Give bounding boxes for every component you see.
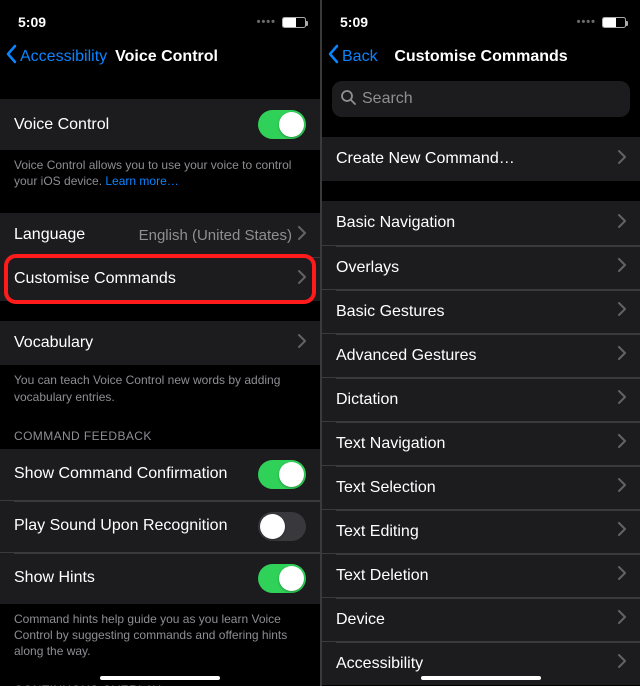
row-label: Vocabulary <box>14 334 298 352</box>
row-label: Overlays <box>336 259 618 277</box>
chevron-right-icon <box>618 150 626 169</box>
left-phone: 5:09 •••• Accessibility Voice Control Vo… <box>0 0 320 686</box>
chevron-right-icon <box>618 566 626 585</box>
signal-dots-icon: •••• <box>257 16 276 28</box>
chevron-right-icon <box>618 522 626 541</box>
show-confirmation-toggle[interactable] <box>258 460 306 489</box>
command-feedback-header: COMMAND FEEDBACK <box>0 409 320 449</box>
chevron-right-icon <box>618 258 626 277</box>
play-sound-toggle[interactable] <box>258 512 306 541</box>
chevron-right-icon <box>618 654 626 673</box>
chevron-right-icon <box>618 434 626 453</box>
chevron-right-icon <box>618 610 626 629</box>
chevron-right-icon <box>618 346 626 365</box>
search-bar[interactable] <box>332 81 630 117</box>
command-category-row[interactable]: Text Deletion <box>322 553 640 597</box>
row-label: Show Command Confirmation <box>14 465 258 483</box>
create-new-command-row[interactable]: Create New Command… <box>322 137 640 181</box>
customise-commands-row[interactable]: Customise Commands <box>0 257 320 301</box>
chevron-right-icon <box>618 214 626 233</box>
chevron-right-icon <box>298 334 306 353</box>
command-category-row[interactable]: Text Selection <box>322 465 640 509</box>
command-category-row[interactable]: Basic Gestures <box>322 289 640 333</box>
home-indicator[interactable] <box>100 676 220 680</box>
command-category-row[interactable]: Text Navigation <box>322 421 640 465</box>
page-title: Customise Commands <box>322 48 640 66</box>
row-label: Show Hints <box>14 569 258 587</box>
status-time: 5:09 <box>340 14 368 30</box>
nav-bar: Back Customise Commands <box>322 38 640 79</box>
status-bar: 5:09 •••• <box>0 0 320 38</box>
command-category-row[interactable]: Device <box>322 597 640 641</box>
row-label: Basic Gestures <box>336 303 618 321</box>
home-indicator[interactable] <box>421 676 541 680</box>
row-label: Advanced Gestures <box>336 347 618 365</box>
language-row[interactable]: Language English (United States) <box>0 213 320 257</box>
row-label: Create New Command… <box>336 150 618 168</box>
back-label: Accessibility <box>20 48 107 66</box>
chevron-right-icon <box>298 270 306 289</box>
command-category-row[interactable]: Basic Navigation <box>322 201 640 245</box>
settings-content: Voice Control Voice Control allows you t… <box>0 79 320 686</box>
row-label: Text Deletion <box>336 567 618 585</box>
chevron-right-icon <box>618 390 626 409</box>
hints-description: Command hints help guide you as you lear… <box>0 604 320 664</box>
status-bar: 5:09 •••• <box>322 0 640 38</box>
page-title: Voice Control <box>115 48 218 66</box>
show-hints-toggle[interactable] <box>258 564 306 593</box>
battery-icon <box>602 17 626 28</box>
row-label: Language <box>14 226 139 244</box>
language-value: English (United States) <box>139 227 292 244</box>
row-label: Play Sound Upon Recognition <box>14 517 258 535</box>
status-right: •••• <box>577 16 626 28</box>
row-label: Customise Commands <box>14 270 298 288</box>
command-category-row[interactable]: Overlays <box>322 245 640 289</box>
voice-control-description: Voice Control allows you to use your voi… <box>0 150 320 193</box>
row-label: Basic Navigation <box>336 214 618 232</box>
right-phone: 5:09 •••• Back Customise Commands Create… <box>320 0 640 686</box>
row-label: Text Navigation <box>336 435 618 453</box>
vocabulary-description: You can teach Voice Control new words by… <box>0 365 320 408</box>
chevron-right-icon <box>618 478 626 497</box>
row-label: Accessibility <box>336 655 618 673</box>
show-confirmation-row[interactable]: Show Command Confirmation <box>0 449 320 500</box>
search-icon <box>340 89 356 110</box>
back-button[interactable]: Accessibility <box>6 44 107 69</box>
command-category-row[interactable]: Dictation <box>322 377 640 421</box>
command-categories: Basic Navigation Overlays Basic Gestures Ad… <box>322 201 640 685</box>
search-input[interactable] <box>362 90 622 108</box>
nav-bar: Accessibility Voice Control <box>0 38 320 79</box>
commands-content: Create New Command… Basic Navigation Over… <box>322 117 640 686</box>
row-label: Text Editing <box>336 523 618 541</box>
command-category-row[interactable]: Text Editing <box>322 509 640 553</box>
chevron-right-icon <box>298 226 306 245</box>
vocabulary-row[interactable]: Vocabulary <box>0 321 320 365</box>
learn-more-link[interactable]: Learn more… <box>105 174 178 188</box>
row-label: Text Selection <box>336 479 618 497</box>
show-hints-row[interactable]: Show Hints <box>0 552 320 604</box>
continuous-overlay-header: CONTINUOUS OVERLAY <box>0 663 320 686</box>
voice-control-toggle-row[interactable]: Voice Control <box>0 99 320 150</box>
row-label: Device <box>336 611 618 629</box>
row-label: Voice Control <box>14 116 258 134</box>
signal-dots-icon: •••• <box>577 16 596 28</box>
battery-icon <box>282 17 306 28</box>
command-category-row[interactable]: Advanced Gestures <box>322 333 640 377</box>
chevron-right-icon <box>618 302 626 321</box>
row-label: Dictation <box>336 391 618 409</box>
play-sound-row[interactable]: Play Sound Upon Recognition <box>0 500 320 552</box>
voice-control-toggle[interactable] <box>258 110 306 139</box>
chevron-left-icon <box>6 44 18 69</box>
status-time: 5:09 <box>18 14 46 30</box>
status-right: •••• <box>257 16 306 28</box>
